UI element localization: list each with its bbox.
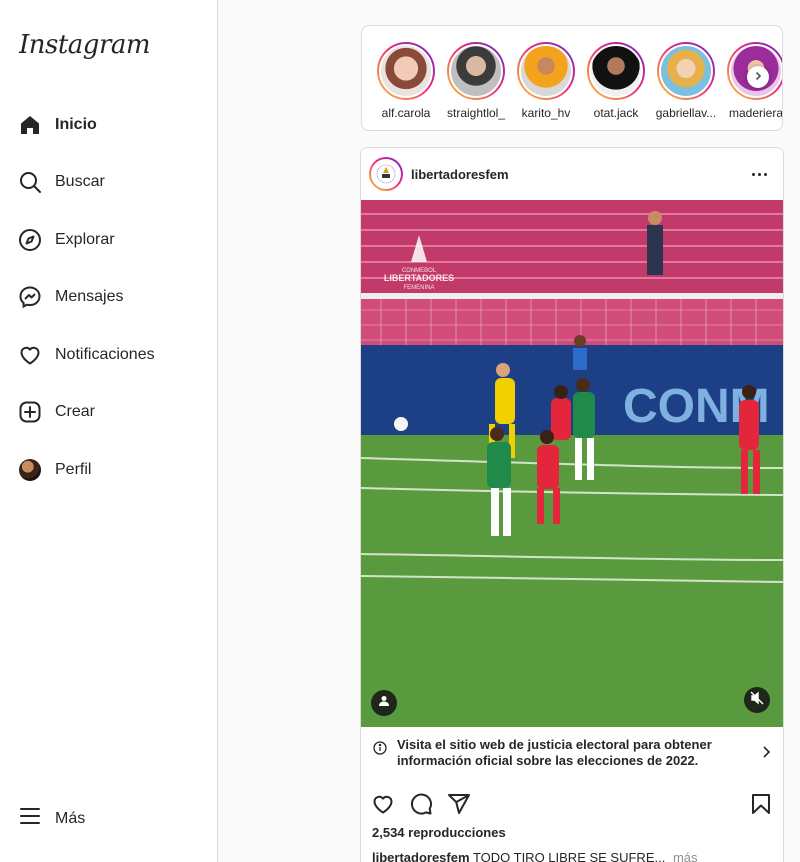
sidebar-item-crear[interactable]: Crear [0,384,217,442]
story-username: gabriellav... [655,106,717,120]
mute-toggle-button[interactable] [744,687,770,713]
search-icon [18,170,42,194]
story-username: straightlol_ [446,106,506,120]
sidebar-item-label: Notificaciones [55,345,155,363]
sidebar-item-label: Inicio [55,115,97,133]
story-avatar [449,44,503,98]
sidebar-item-label: Perfil [55,460,92,478]
like-button[interactable] [371,792,395,816]
media-logo-line-2: LIBERTADORES [384,273,454,283]
story-item[interactable]: alf.carola [371,42,441,120]
story-avatar [659,44,713,98]
plus-square-icon [18,400,42,424]
caption-text: TODO TIRO LIBRE SE SUFRE... [472,850,666,862]
post-caption: libertadoresfem TODO TIRO LIBRE SE SUFRE… [361,840,783,862]
avatar [19,458,41,481]
chevron-right-icon [753,68,763,86]
story-ring [587,42,645,100]
post-username[interactable]: libertadoresfem [411,167,509,182]
avatar-wrap [18,458,42,482]
more-horizontal-icon [752,172,767,176]
comment-button[interactable] [409,792,433,816]
post-header: libertadoresfem [361,148,783,200]
story-ring [517,42,575,100]
sidebar-nav: Inicio Buscar Explorar Mensajes Notifica… [0,96,217,499]
post-options-button[interactable] [748,169,771,180]
story-item[interactable]: karito_hv [511,42,581,120]
messenger-icon [18,285,42,309]
sidebar: Instagram Inicio Buscar Explorar Mensaje… [0,0,218,862]
video-frame: CONM CONMEBOL LIBERTADORES FEMENINA [361,200,783,727]
story-ring [657,42,715,100]
sidebar-item-perfil[interactable]: Perfil [0,441,217,499]
more-button[interactable]: Más [18,804,85,833]
post-avatar[interactable] [369,157,403,191]
story-username: otat.jack [593,106,639,120]
sidebar-item-inicio[interactable]: Inicio [0,96,217,154]
compass-icon [18,228,42,252]
share-button[interactable] [447,792,471,816]
story-item[interactable]: gabriellav... [651,42,721,120]
comment-icon [409,792,433,816]
speaker-muted-icon [750,690,764,710]
sidebar-item-notificaciones[interactable]: Notificaciones [0,326,217,384]
story-item[interactable]: otat.jack [581,42,651,120]
heart-icon [371,792,395,816]
instagram-logo[interactable]: Instagram [19,30,151,60]
caption-more-link[interactable]: más [673,850,698,862]
stories-next-button[interactable] [747,66,769,88]
send-icon [447,792,471,816]
election-info-text: Visita el sitio web de justicia electora… [397,737,712,768]
story-username: karito_hv [521,106,571,120]
bookmark-icon [749,792,773,816]
stories-tray: alf.carola straightlol_ karito_hv otat.j… [361,25,783,131]
sidebar-item-label: Crear [55,403,96,421]
sidebar-item-label: Mensajes [55,288,124,306]
sidebar-item-label: Buscar [55,173,105,191]
heart-icon [18,343,42,367]
story-username: alf.carola [381,106,431,120]
libertadores-logo-icon [371,159,401,189]
sidebar-item-buscar[interactable]: Buscar [0,154,217,212]
save-button[interactable] [749,792,773,816]
post-video[interactable]: CONM CONMEBOL LIBERTADORES FEMENINA [361,200,783,727]
feed-post: libertadoresfem CONM CONMEBOL LIBERTADOR… [360,147,784,862]
chevron-right-icon [761,745,771,764]
user-tags-button[interactable] [371,690,397,716]
post-actions [361,779,783,821]
story-avatar [379,44,433,98]
story-username: maderiera [728,106,783,120]
hamburger-icon [18,804,42,833]
view-count: 2,534 reproducciones [372,825,506,840]
sidebar-item-label: Explorar [55,230,115,248]
caption-username[interactable]: libertadoresfem [372,850,470,862]
info-icon [373,741,387,760]
more-label: Más [55,809,86,827]
story-item[interactable]: straightlol_ [441,42,511,120]
user-icon [378,694,390,712]
election-info-banner[interactable]: Visita el sitio web de justicia electora… [361,727,783,779]
story-ring [377,42,435,100]
story-ring [447,42,505,100]
sidebar-item-explorar[interactable]: Explorar [0,211,217,269]
home-icon [18,113,42,137]
story-avatar [589,44,643,98]
media-logo-line-3: FEMENINA [403,285,434,291]
story-avatar [519,44,573,98]
sidebar-item-mensajes[interactable]: Mensajes [0,269,217,327]
